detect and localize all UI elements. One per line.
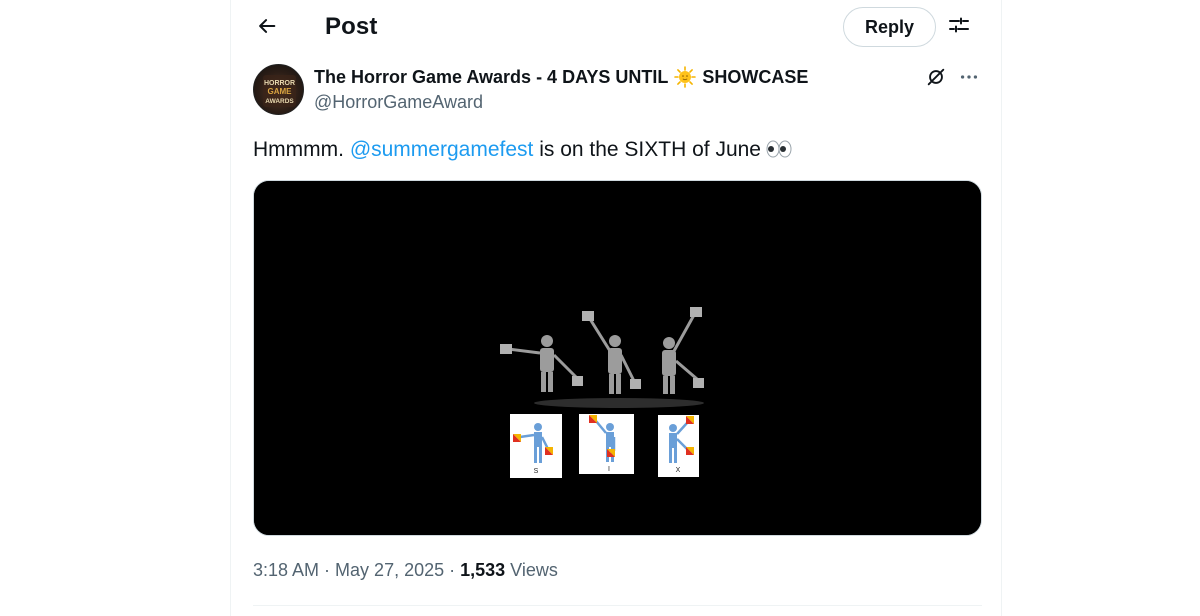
post-header: Post Reply — [231, 0, 1003, 56]
views-count: 1,533 — [460, 560, 506, 580]
avatar[interactable]: HORROR GAME AWARDS — [253, 64, 304, 115]
meta-separator-2: · — [444, 560, 461, 580]
mention-link[interactable]: @summergamefest — [350, 138, 534, 161]
avatar-text-2: GAME — [268, 87, 293, 96]
divider — [253, 605, 982, 606]
author-handle[interactable]: @HorrorGameAward — [314, 92, 483, 113]
grok-icon[interactable] — [924, 65, 948, 89]
page-title: Post — [325, 13, 378, 40]
author-name-part2: SHOWCASE — [702, 66, 809, 87]
semaphore-card-s: S — [510, 414, 562, 478]
more-options-icon[interactable] — [957, 65, 981, 89]
tweet-video[interactable]: S I X — [253, 180, 982, 536]
tweet-text-prefix: Hmmmm. — [253, 138, 350, 161]
views-label: Views — [505, 560, 558, 580]
reply-button[interactable]: Reply — [843, 7, 936, 47]
author-display-name[interactable]: The Horror Game Awards - 4 DAYS UNTIL SH… — [314, 66, 808, 88]
semaphore-card-i: I — [579, 414, 634, 474]
tweet-metadata: 3:18 AM · May 27, 2025 · 1,533 Views — [253, 560, 558, 581]
tweet-time[interactable]: 3:18 AM — [253, 560, 319, 580]
tweet-text: Hmmmm. @summergamefest is on the SIXTH o… — [253, 137, 793, 165]
eyes-emoji-icon — [765, 139, 793, 165]
avatar-text-1: HORROR — [264, 80, 295, 87]
meta-separator-1: · — [319, 560, 336, 580]
sliders-icon — [947, 13, 971, 42]
tweet-date[interactable]: May 27, 2025 — [335, 560, 444, 580]
back-button[interactable] — [249, 10, 285, 46]
author-name-part1: The Horror Game Awards - 4 DAYS UNTIL — [314, 66, 669, 87]
avatar-text-3: AWARDS — [265, 98, 294, 105]
semaphore-card-x: X — [658, 415, 699, 477]
settings-button[interactable] — [942, 10, 976, 44]
card-label-i: I — [608, 466, 610, 473]
tweet-text-suffix: is on the SIXTH of June — [533, 138, 761, 161]
post-column: Post Reply HORROR GAME AWARDS The Horror… — [230, 0, 1002, 616]
sun-emoji-icon — [674, 66, 697, 88]
arrow-left-icon — [256, 15, 278, 42]
card-label-s: S — [534, 468, 539, 475]
card-label-x: X — [676, 467, 681, 474]
